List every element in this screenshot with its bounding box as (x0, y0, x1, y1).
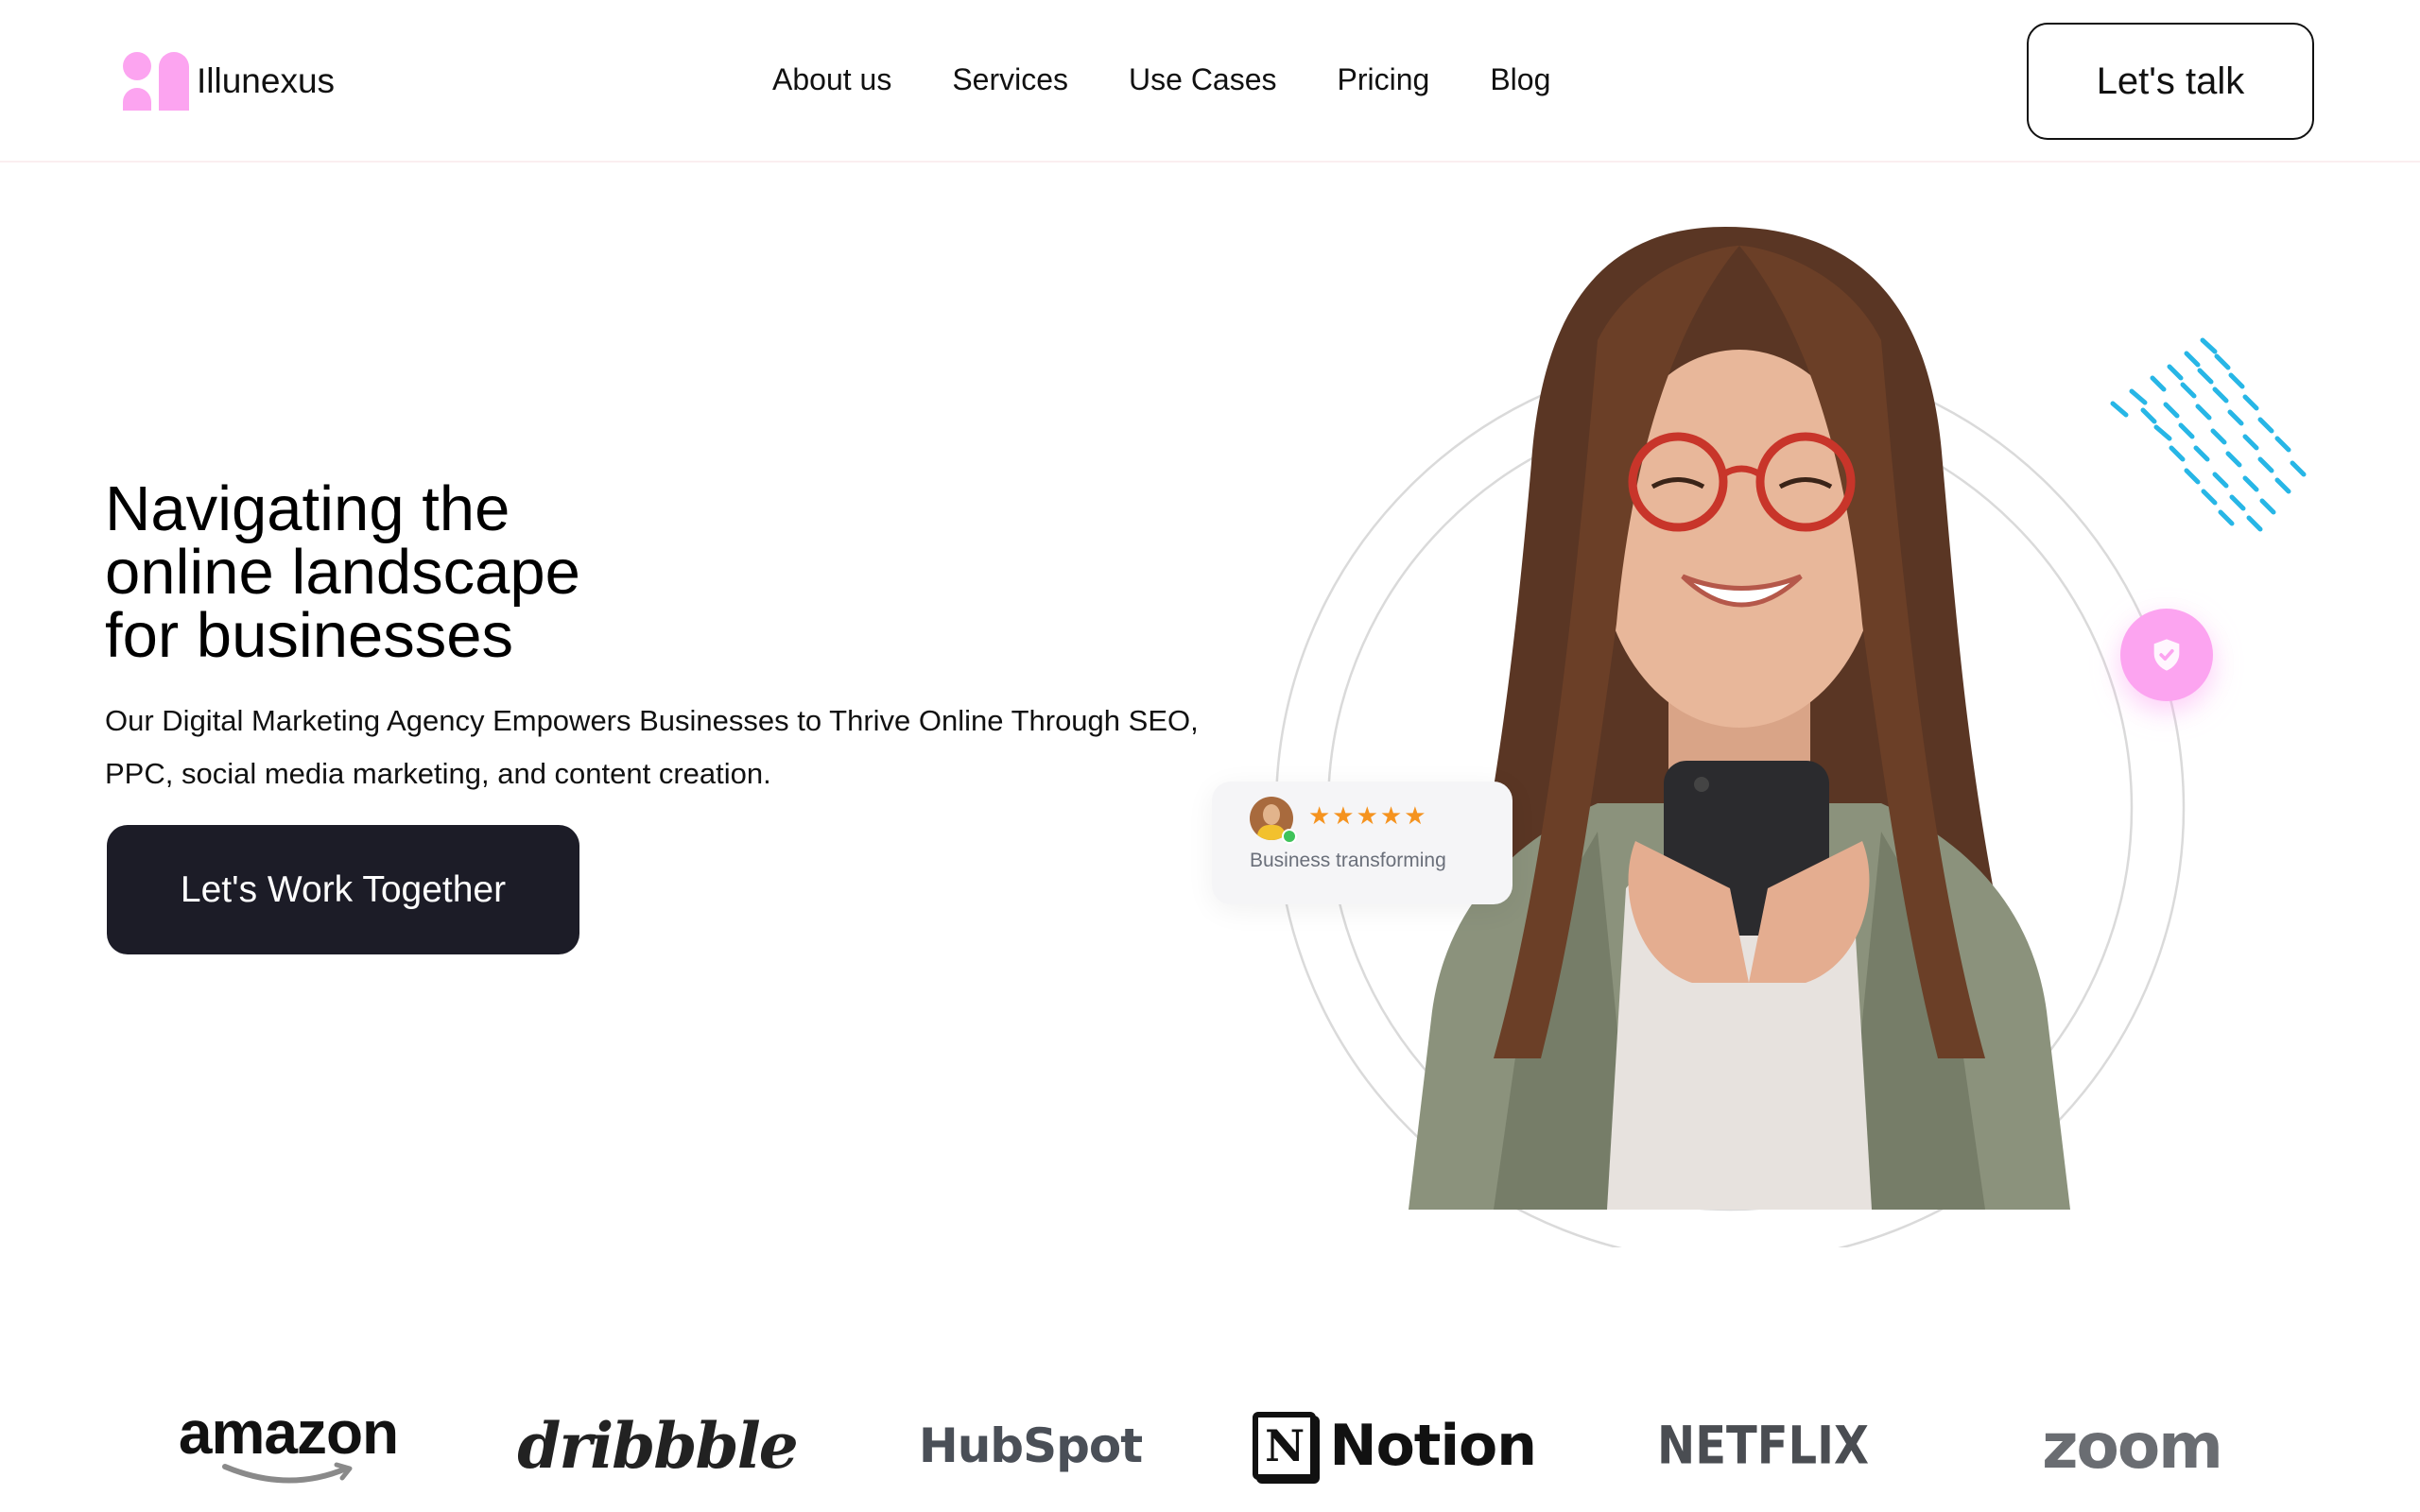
hero-woman-image (1409, 227, 2070, 1210)
notion-wordmark: Notion (1329, 1413, 1537, 1479)
rating-caption: Business transforming (1250, 850, 1446, 871)
notion-logo: N Notion (1253, 1380, 1537, 1512)
main-nav: About us Services Use Cases Pricing Blog (772, 60, 1550, 98)
nav-blog[interactable]: Blog (1490, 62, 1550, 97)
brand-name: Illunexus (197, 61, 336, 100)
logo-mark-icon (123, 52, 189, 111)
online-status-icon (1282, 829, 1297, 844)
hubspot-logo: HubSpot (918, 1418, 1143, 1473)
nav-about-us[interactable]: About us (772, 62, 891, 97)
shield-check-icon (2120, 609, 2213, 701)
amazon-wordmark: amazon (178, 1399, 399, 1467)
zoom-logo: zoom (2042, 1409, 2223, 1483)
work-together-button[interactable]: Let's Work Together (107, 825, 579, 954)
brand-logo[interactable]: Illunexus (123, 52, 335, 111)
hero-title-line: for businesses (105, 600, 513, 671)
rating-card: ★★★★★ Business transforming (1212, 782, 1512, 904)
nav-pricing[interactable]: Pricing (1338, 62, 1430, 97)
netflix-logo: NETFLIX (1657, 1415, 1869, 1477)
hero-title-line: Navigating the (105, 473, 510, 544)
client-logos: amazon dribbble HubSpot N Notion NETFLIX… (0, 1380, 2420, 1512)
hero-title: Navigating the online landscape for busi… (105, 477, 748, 667)
lets-talk-button[interactable]: Let's talk (2027, 23, 2314, 140)
notion-icon: N (1253, 1412, 1317, 1480)
amazon-smile-icon (222, 1462, 353, 1484)
dribbble-logo: dribbble (517, 1409, 799, 1483)
nav-use-cases[interactable]: Use Cases (1129, 62, 1277, 97)
site-header: Illunexus About us Services Use Cases Pr… (0, 0, 2420, 163)
star-rating: ★★★★★ (1308, 802, 1428, 831)
hero-title-line: online landscape (105, 537, 580, 608)
nav-services[interactable]: Services (952, 62, 1068, 97)
hero-subtitle: Our Digital Marketing Agency Empowers Bu… (105, 704, 1199, 790)
amazon-logo: amazon (161, 1380, 416, 1512)
decorative-dash-pattern (2110, 337, 2307, 532)
